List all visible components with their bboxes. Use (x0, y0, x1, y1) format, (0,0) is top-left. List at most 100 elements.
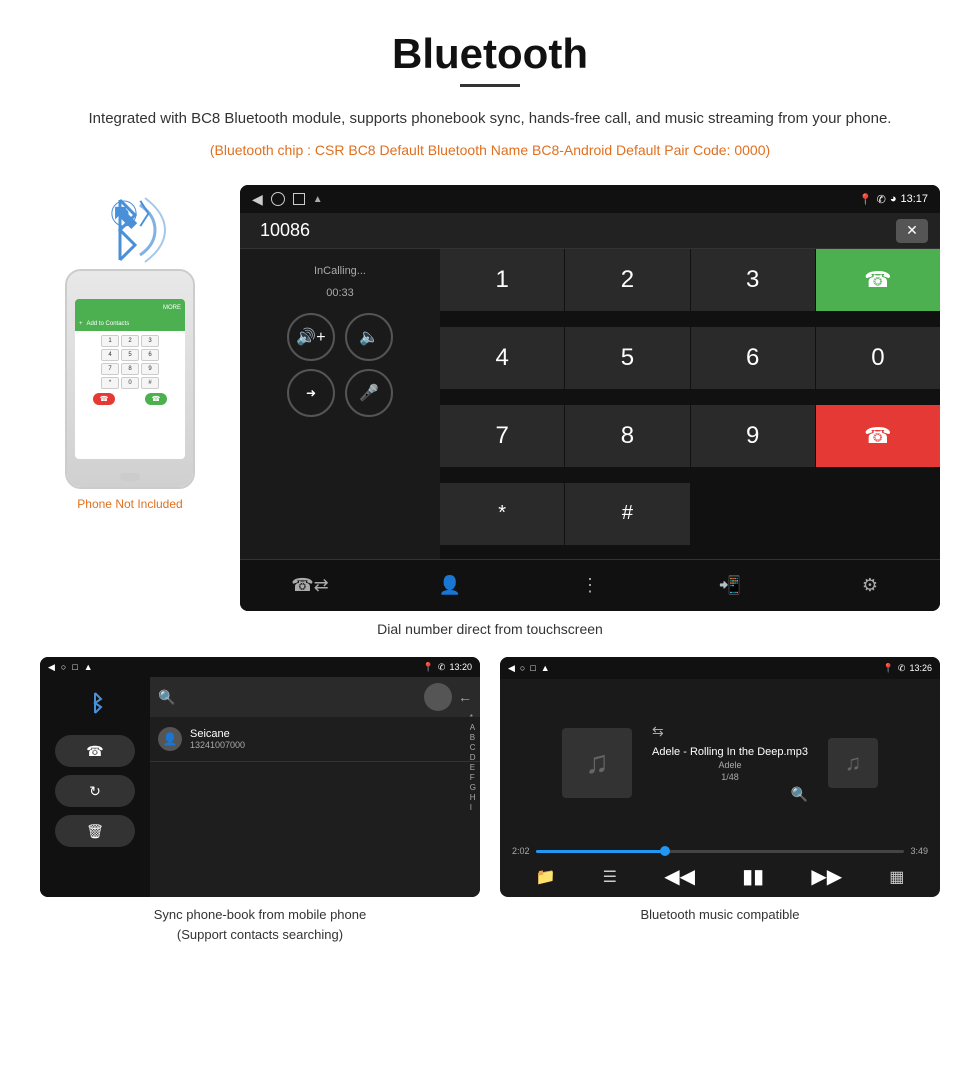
call-info-panel: InCalling... 00:33 🔊+ 🔈 ➜ 🎤 (240, 249, 440, 559)
nav-calls[interactable]: ☎⇄ (290, 566, 330, 606)
phone-key-9: 9 (141, 363, 159, 375)
bottom-row: ◀ ○ □ ▲ 📍 ✆ 13:20 (40, 657, 940, 944)
phone-key-star: * (101, 377, 119, 389)
call-timer: 00:33 (252, 287, 428, 299)
pb-profile-circle (424, 683, 452, 711)
pb-notif-icon: ▲ (84, 662, 93, 673)
transfer-button[interactable]: ➜ (287, 369, 335, 417)
music-artist-name: Adele (652, 760, 808, 770)
title-underline (460, 84, 520, 87)
phone-key-5: 5 (121, 349, 139, 361)
music-song-title: Adele - Rolling In the Deep.mp3 (652, 746, 808, 758)
mute-button[interactable]: 🎤 (345, 369, 393, 417)
key-5[interactable]: 5 (565, 327, 689, 389)
key-9[interactable]: 9 (691, 405, 815, 467)
music-caption: Bluetooth music compatible (500, 905, 940, 925)
key-0[interactable]: 0 (816, 327, 940, 389)
call-answer-button[interactable]: ☎ (816, 249, 940, 311)
description-main: Integrated with BC8 Bluetooth module, su… (40, 107, 940, 131)
music-list-icon[interactable]: ☰ (603, 867, 617, 887)
calling-label: InCalling... (252, 265, 428, 277)
pb-delete-btn[interactable]: 🗑 (55, 815, 135, 847)
music-progress-bar[interactable] (536, 850, 905, 853)
phone-key-3: 3 (141, 335, 159, 347)
music-time-total: 3:49 (910, 846, 928, 856)
key-star[interactable]: * (440, 483, 564, 545)
music-info-panel: ⇆ Adele - Rolling In the Deep.mp3 Adele … (652, 723, 808, 803)
back-icon: ◀ (252, 191, 263, 208)
home-icon (271, 192, 285, 206)
nav-dialpad[interactable]: ⋮ (570, 566, 610, 606)
nav-contacts[interactable]: 👤 (430, 566, 470, 606)
pb-phone-btn[interactable]: ☎ (55, 735, 135, 767)
music-track-info: 1/48 (652, 772, 808, 782)
music-back-icon: ◀ (508, 663, 515, 674)
page-title: Bluetooth (40, 30, 940, 78)
call-end-button[interactable]: ☎ (816, 405, 940, 467)
key-hash[interactable]: # (565, 483, 689, 545)
phone-column: ⬉ ⦿〉 MORE (40, 185, 220, 511)
pb-alpha-star: * (470, 713, 476, 722)
bluetooth-visual: ⬉ ⦿〉 (90, 185, 170, 265)
phone-home-btn (120, 473, 140, 481)
music-progress-dot (660, 846, 670, 856)
phonebook-col: ◀ ○ □ ▲ 📍 ✆ 13:20 (40, 657, 480, 944)
phone-not-included-label: Phone Not Included (40, 497, 220, 511)
music-progress-fill (536, 850, 665, 853)
pb-refresh-btn[interactable]: ↻ (55, 775, 135, 807)
pb-nav-icons: ◀ ○ □ ▲ (48, 662, 93, 673)
bt-svg-icon (90, 185, 170, 265)
music-eq-icon[interactable]: ▦ (889, 867, 904, 887)
nav-messages[interactable]: 📲 (710, 566, 750, 606)
bluetooth-sidebar-icon (81, 689, 109, 717)
pb-contact-details: Seicane 13241007000 (190, 728, 245, 750)
music-play-pause-button[interactable]: ▮▮ (742, 864, 764, 889)
phonebook-screen: ◀ ○ □ ▲ 📍 ✆ 13:20 (40, 657, 480, 897)
phone-key-1: 1 (101, 335, 119, 347)
pb-contact-avatar: 👤 (158, 727, 182, 751)
music-text-info: Adele - Rolling In the Deep.mp3 Adele 1/… (652, 746, 808, 782)
key-8[interactable]: 8 (565, 405, 689, 467)
dial-caption: Dial number direct from touchscreen (40, 621, 940, 637)
key-3[interactable]: 3 (691, 249, 815, 311)
volume-down-button[interactable]: 🔈 (345, 313, 393, 361)
key-1[interactable]: 1 (440, 249, 564, 311)
phonebook-caption-text: Sync phone-book from mobile phone(Suppor… (154, 907, 366, 942)
music-album-row: ♫ ⇆ Adele - Rolling In the Deep.mp3 Adel… (500, 679, 940, 846)
key-7[interactable]: 7 (440, 405, 564, 467)
pb-home-icon: ○ (61, 662, 66, 673)
pb-main: 🔍 ← 👤 Seicane 13241007000 (150, 677, 480, 897)
dial-section: ⬉ ⦿〉 MORE (40, 185, 940, 611)
music-prev-button[interactable]: ◀◀ (664, 864, 695, 889)
music-search-icon[interactable]: 🔍 (791, 786, 808, 803)
pb-alpha-h: H (470, 793, 476, 802)
phone-key-hash: # (141, 377, 159, 389)
music-time-current: 2:02 (512, 846, 530, 856)
phone-mockup: MORE +Add to Contacts 1 2 3 (65, 269, 195, 489)
pb-sidebar: ☎ ↻ 🗑 (40, 677, 150, 897)
backspace-button[interactable]: ✕ (896, 219, 928, 243)
pb-alpha-d: D (470, 753, 476, 762)
music-next-button[interactable]: ▶▶ (811, 864, 842, 889)
music-notif-icon: ▲ (541, 663, 550, 674)
volume-up-button[interactable]: 🔊+ (287, 313, 335, 361)
pb-alpha-c: C (470, 743, 476, 752)
pb-alpha-b: B (470, 733, 476, 742)
pb-contact-row[interactable]: 👤 Seicane 13241007000 (150, 717, 480, 762)
phone-key-4: 4 (101, 349, 119, 361)
time-display: 13:17 (900, 193, 928, 205)
shuffle-icon[interactable]: ⇆ (652, 723, 664, 740)
key-4[interactable]: 4 (440, 327, 564, 389)
music-phone-icon: ✆ (898, 663, 906, 674)
key-6[interactable]: 6 (691, 327, 815, 389)
recents-icon (293, 193, 305, 205)
pb-contact-number: 13241007000 (190, 740, 245, 750)
phone-end-btn: ☎ (93, 393, 115, 405)
phone-key-0: 0 (121, 377, 139, 389)
status-bar: ◀ ▲ 📍 ✆ ◕ 13:17 (240, 185, 940, 213)
music-folder-icon[interactable]: 📁 (536, 867, 556, 887)
key-2[interactable]: 2 (565, 249, 689, 311)
music-home-icon: ○ (520, 663, 525, 674)
pb-alpha-a: A (470, 723, 476, 732)
nav-settings[interactable]: ⚙ (850, 566, 890, 606)
